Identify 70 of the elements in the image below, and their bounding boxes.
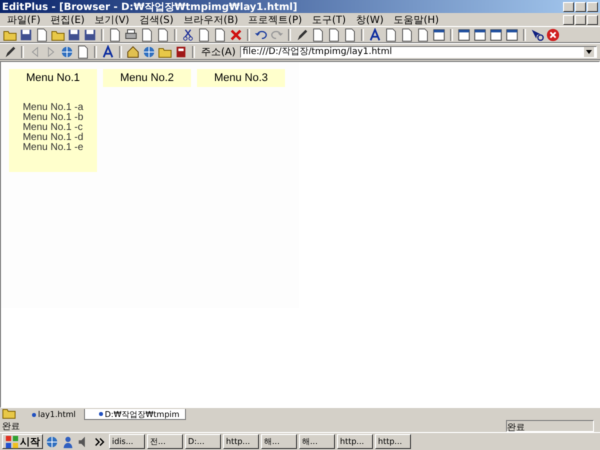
document-tab[interactable]: D:₩작업장₩tmpim xyxy=(84,409,186,420)
menu-item[interactable]: 파일(F) xyxy=(2,12,46,26)
menu-item[interactable]: 편집(E) xyxy=(46,12,90,26)
document-icon[interactable] xyxy=(156,28,170,42)
save-icon[interactable] xyxy=(19,28,33,42)
dropdown-button[interactable] xyxy=(584,46,594,56)
font-icon[interactable] xyxy=(368,28,382,42)
document-icon[interactable] xyxy=(384,28,398,42)
document-icon[interactable] xyxy=(140,28,154,42)
submenu-link[interactable]: Menu No.1 -d xyxy=(22,133,84,143)
address-label: 주소(A) xyxy=(201,46,236,58)
taskbar-button[interactable]: http... xyxy=(337,434,373,449)
document-icon[interactable] xyxy=(35,28,49,42)
window-icon[interactable] xyxy=(489,28,503,42)
document-icon[interactable] xyxy=(213,28,227,42)
taskbar-button[interactable]: http... xyxy=(375,434,411,449)
font-icon[interactable] xyxy=(101,44,115,58)
window-icon[interactable] xyxy=(457,28,471,42)
taskbar-button[interactable]: 해... xyxy=(299,434,335,449)
document-icon[interactable] xyxy=(343,28,357,42)
document-icon[interactable] xyxy=(416,28,430,42)
taskbar-button[interactable]: 전... xyxy=(147,434,183,449)
document-icon[interactable] xyxy=(311,28,325,42)
window-title: EditPlus - [Browser - D:₩작업장₩tmpimg₩lay1.html] xyxy=(2,0,298,14)
folder-icon[interactable] xyxy=(2,406,16,420)
address-field[interactable]: file:///D:/작업장/tmpimg/lay1.html xyxy=(240,46,597,58)
menu-item[interactable]: 프로젝트(P) xyxy=(243,12,308,26)
menu-item[interactable]: 도움말(H) xyxy=(388,12,444,26)
globe-icon[interactable] xyxy=(45,434,59,448)
document-icon[interactable] xyxy=(108,28,122,42)
window-icon[interactable] xyxy=(505,28,519,42)
globe-icon[interactable] xyxy=(60,44,74,58)
submenu-link[interactable]: Menu No.1 -e xyxy=(22,143,84,153)
home-icon[interactable] xyxy=(126,44,140,58)
taskbar-button[interactable]: D:... xyxy=(185,434,221,449)
status-text: 완료 xyxy=(506,420,594,432)
document-icon[interactable] xyxy=(400,28,414,42)
scissors-icon[interactable] xyxy=(181,28,195,42)
document-icon[interactable] xyxy=(197,28,211,42)
book-icon[interactable] xyxy=(174,44,188,58)
windows-logo-icon xyxy=(5,434,19,448)
menu-item[interactable]: 검색(S) xyxy=(134,12,178,26)
submenu-link[interactable]: Menu No.1 -c xyxy=(22,123,84,133)
submenu-link[interactable]: Menu No.1 -a xyxy=(22,103,84,113)
save-icon[interactable] xyxy=(83,28,97,42)
window-icon[interactable] xyxy=(473,28,487,42)
pen-icon[interactable] xyxy=(3,44,17,58)
submenu-link[interactable]: Menu No.1 -b xyxy=(22,113,84,123)
menu-panel[interactable]: Menu No.2 xyxy=(103,69,191,87)
menu-item[interactable]: 창(W) xyxy=(350,12,389,26)
pen-icon[interactable] xyxy=(295,28,309,42)
globe-icon[interactable] xyxy=(142,44,156,58)
menu-item[interactable]: 보기(V) xyxy=(90,12,134,26)
window-icon[interactable] xyxy=(432,28,446,42)
person-icon[interactable] xyxy=(61,434,75,448)
menu-panel[interactable]: Menu No.3 xyxy=(197,69,285,87)
menu-item[interactable]: 도구(T) xyxy=(307,12,351,26)
print-icon[interactable] xyxy=(124,28,138,42)
status-text: 완료 xyxy=(2,422,20,432)
taskbar-button[interactable]: 해... xyxy=(261,434,297,449)
document-icon[interactable] xyxy=(327,28,341,42)
start-button[interactable]: 시작 xyxy=(2,434,43,449)
menu-panel[interactable]: Menu No.1 Menu No.1 -a Menu No.1 -b Menu No.1 -c Menu No.1 -d Menu No.1 -e xyxy=(9,69,97,172)
delete-icon[interactable] xyxy=(229,28,243,42)
menu-item[interactable]: 브라우저(B) xyxy=(178,12,244,26)
document-icon[interactable] xyxy=(76,44,90,58)
save-icon[interactable] xyxy=(67,28,81,42)
taskbar-button[interactable]: idis... xyxy=(109,434,145,449)
taskbar-button[interactable]: http... xyxy=(223,434,259,449)
stop-icon[interactable] xyxy=(546,28,560,42)
